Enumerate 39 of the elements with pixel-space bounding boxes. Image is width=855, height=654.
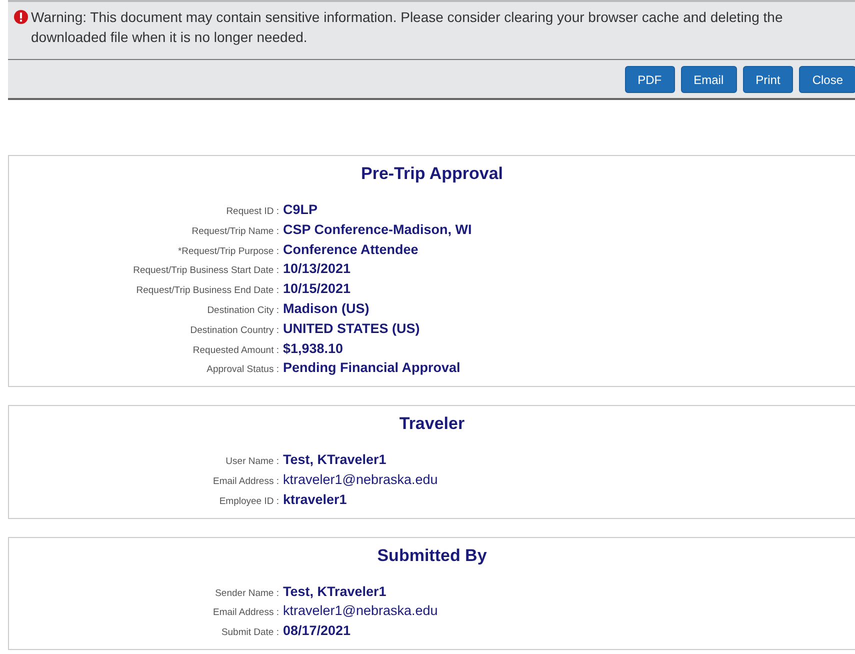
field-value: Test, KTraveler1 [283, 584, 386, 599]
alert-icon [14, 10, 28, 24]
field-value: $1,938.10 [283, 340, 344, 356]
field-value: ktraveler1 [283, 492, 347, 507]
field-label: Destination Country : [189, 324, 280, 336]
section-title: Pre-Trip Approval [360, 164, 504, 184]
field-label: Sender Name : [214, 588, 280, 599]
field-value: UNITED STATES (US) [283, 320, 420, 336]
field-label: Approval Status : [206, 364, 280, 376]
field-label: Request/Trip Name : [190, 226, 280, 237]
field-value: ktraveler1@nebraska.edu [283, 472, 438, 487]
field-label: Request/Trip Business Start Date : [132, 265, 280, 276]
field-label: Email Address : [212, 476, 280, 487]
field-value: Pending Financial Approval [283, 360, 460, 376]
field-value: 10/13/2021 [283, 261, 351, 276]
field-label: Request ID : [225, 206, 280, 217]
field-label: Request/Trip Business End Date : [135, 285, 280, 296]
field-label: Requested Amount : [192, 344, 280, 356]
field-value: CSP Conference-Madison, WI [283, 222, 472, 237]
field-label: Destination City : [206, 304, 280, 316]
field-value: 08/17/2021 [283, 623, 351, 638]
section-title: Traveler [398, 414, 466, 434]
field-label: Email Address : [212, 607, 280, 618]
toolbar-button[interactable]: PDF [624, 66, 675, 93]
toolbar-button[interactable]: Email [680, 66, 737, 93]
field-label: User Name : [224, 456, 280, 468]
field-label: Employee ID : [218, 496, 280, 507]
toolbar-button[interactable]: Close [799, 66, 855, 93]
field-value: 10/15/2021 [283, 281, 351, 296]
field-value: Madison (US) [283, 300, 370, 316]
warning-text: Warning: This document may contain sensitive information. Please consider clearing your browser cache and deleting the downloaded file when it is no longer needed. [31, 8, 784, 47]
section-title: Submitted By [376, 546, 488, 566]
toolbar-button[interactable]: Print [742, 66, 794, 93]
field-label: Submit Date : [220, 627, 280, 638]
field-label: *Request/Trip Purpose : [176, 246, 280, 257]
field-value: ktraveler1@nebraska.edu [283, 603, 438, 618]
field-value: C9LP [283, 202, 318, 217]
field-value: Conference Attendee [283, 242, 418, 257]
field-value: Test, KTraveler1 [283, 452, 386, 468]
